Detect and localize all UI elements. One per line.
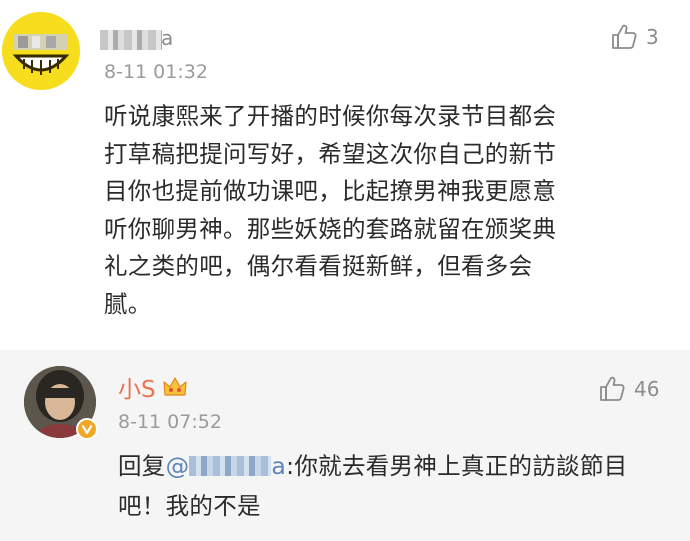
commenter-avatar[interactable]: [2, 12, 80, 90]
reply-prefix: 回复: [118, 452, 166, 480]
mention-link[interactable]: @: [166, 452, 190, 480]
author-name[interactable]: 小S: [118, 370, 156, 404]
mention-redacted[interactable]: [189, 456, 272, 476]
mention-suffix[interactable]: a: [271, 452, 286, 480]
comment-text-line: 打草稿把提问写好，希望这次你自己的新节: [104, 139, 557, 168]
reply-timestamp: 8-11 07:52: [118, 411, 222, 433]
thumbs-up-icon: [600, 376, 625, 401]
comment-text-line: 听说康熙来了开播的时候你每次录节目都会: [104, 102, 557, 130]
thumbs-up-icon: [612, 24, 637, 49]
reply-author[interactable]: 小S: [118, 370, 188, 404]
comment-text-line: 听你聊男神。那些妖娆的套路就留在颁奖典: [104, 214, 557, 243]
like-button[interactable]: 3: [610, 23, 659, 51]
comment-item: a 8-11 01:32 3 听说康熙来了开播的时候你每次录节目都会 打草稿把提…: [0, 0, 690, 350]
comment-timestamp: 8-11 01:32: [104, 61, 208, 83]
like-count: 3: [646, 25, 659, 49]
crown-badge-icon[interactable]: [162, 375, 188, 399]
username-redacted[interactable]: [100, 30, 162, 50]
reply-line: 回复@ a:你就去看男神上真正的訪談節目: [118, 446, 678, 486]
comment-text-line: 目你也提前做功课吧，比起撩男神我更愿意: [104, 177, 557, 205]
like-button[interactable]: 46: [598, 375, 659, 403]
reply-text-rest: :你就去看男神上真正的訪談節目: [286, 452, 628, 480]
verified-v-badge-icon: [76, 418, 98, 440]
comment-body: 听说康熙来了开播的时候你每次录节目都会 打草稿把提问写好，希望这次你自己的新节 …: [104, 98, 664, 323]
like-count: 46: [634, 377, 660, 401]
username-suffix[interactable]: a: [161, 26, 173, 50]
smiley-avatar-icon: [2, 12, 80, 90]
comment-text-line: 礼之类的吧，偶尔看看挺新鲜，但看多会: [104, 252, 533, 280]
reply-body: 回复@ a:你就去看男神上真正的訪談節目 吧！我的不是: [118, 446, 678, 526]
comment-text-line: 腻。: [104, 289, 152, 318]
reply-line: 吧！我的不是: [118, 492, 261, 520]
